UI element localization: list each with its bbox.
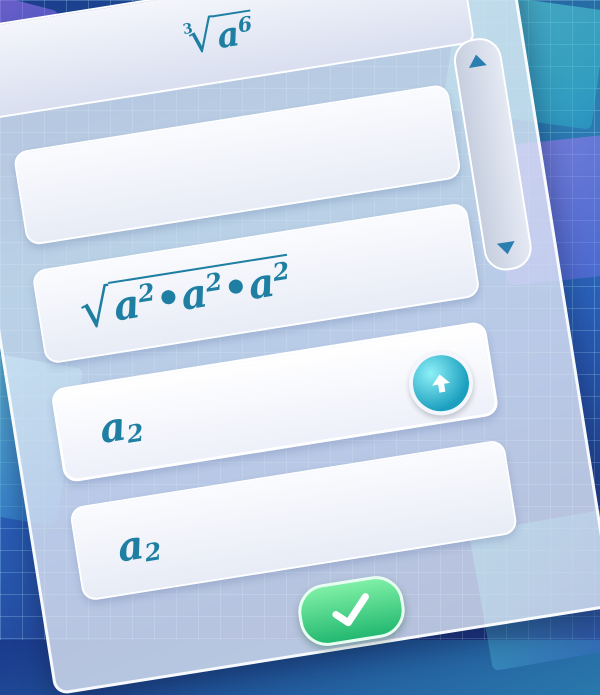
term-exponent: 2 (142, 536, 164, 568)
checkmark-icon (332, 593, 369, 627)
question-panel: 3 √ a6 √ a2•a2•a2 a2 a2 (0, 0, 600, 695)
option-1-radicand: a2•a2•a2 (107, 253, 295, 331)
term-exponent: 2 (124, 417, 146, 449)
option-1-expression: √ a2•a2•a2 (76, 253, 295, 340)
triangle-down-icon[interactable] (496, 240, 517, 256)
term-base: a (114, 521, 148, 572)
option-2-expression: a2 (96, 400, 146, 453)
arrow-up-icon (432, 374, 451, 393)
term-base: a (96, 402, 130, 453)
radicand-exponent: 6 (235, 11, 254, 38)
option-3-expression: a2 (114, 518, 163, 571)
triangle-up-icon[interactable] (467, 53, 487, 68)
radicand: a6 (211, 9, 257, 58)
term-exponent: 2 (270, 255, 292, 288)
confirm-button[interactable] (294, 572, 409, 650)
question-expression: 3 √ a6 (181, 9, 257, 64)
move-up-button[interactable] (404, 346, 478, 420)
